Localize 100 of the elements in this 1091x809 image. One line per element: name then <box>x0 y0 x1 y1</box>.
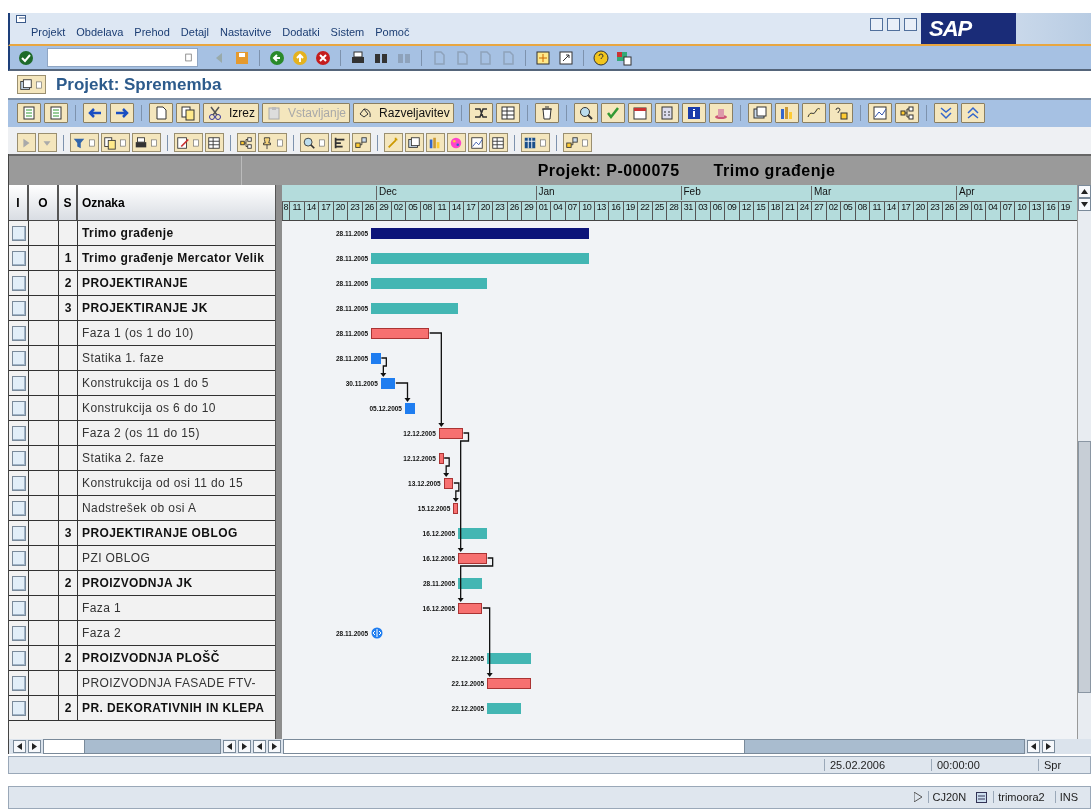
row-selector[interactable] <box>11 650 26 666</box>
row-selector[interactable] <box>11 275 26 291</box>
play-button[interactable] <box>17 133 36 153</box>
minimize-button[interactable] <box>870 18 883 31</box>
row-selector[interactable] <box>11 625 26 641</box>
column-header[interactable]: Oznaka <box>78 185 275 221</box>
row-selector[interactable] <box>11 300 26 316</box>
align-bars-button[interactable] <box>331 133 350 153</box>
magnifier-button[interactable] <box>573 103 598 124</box>
network-button[interactable] <box>563 133 592 153</box>
row-selector[interactable] <box>11 525 26 541</box>
row-selector[interactable] <box>11 700 26 716</box>
pencil-page-button[interactable] <box>174 133 203 153</box>
trash-button[interactable] <box>534 103 559 124</box>
blank-page-button[interactable] <box>149 103 173 124</box>
document-list-button[interactable] <box>17 103 41 124</box>
row-selector[interactable] <box>11 475 26 491</box>
close-circle-button[interactable] <box>313 49 333 66</box>
copy-button[interactable] <box>176 103 200 124</box>
copy-button[interactable] <box>101 133 130 153</box>
row-selector[interactable] <box>11 675 26 691</box>
restore-button[interactable] <box>887 18 900 31</box>
column-grid-button[interactable] <box>521 133 550 153</box>
column-header[interactable]: I <box>9 185 29 221</box>
menu-item[interactable]: Pomoč <box>375 26 410 38</box>
display-toggle-button[interactable] <box>17 75 46 95</box>
row-selector[interactable] <box>11 425 26 441</box>
info-button[interactable] <box>681 103 706 124</box>
calendar-button[interactable] <box>627 103 652 124</box>
row-selector[interactable] <box>11 350 26 366</box>
document-stack-button[interactable] <box>747 103 772 124</box>
scroll-left-button[interactable] <box>1027 740 1040 754</box>
row-selector[interactable] <box>11 575 26 591</box>
line-chart-button[interactable] <box>468 133 487 153</box>
menu-item[interactable]: Detajl <box>180 26 209 38</box>
help-circle-button[interactable] <box>591 49 611 66</box>
branches-button[interactable] <box>468 103 493 124</box>
table-grid-button[interactable] <box>495 103 520 124</box>
hierarchy-button[interactable] <box>237 133 256 153</box>
row-selector[interactable] <box>11 500 26 516</box>
scroll-right-button[interactable] <box>268 740 281 754</box>
toolbar-button[interactable]: Izrez <box>203 103 259 124</box>
scroll-left-button[interactable] <box>13 740 26 754</box>
scroll-right-button[interactable] <box>1042 740 1055 754</box>
double-down-chevron-button[interactable] <box>933 103 958 124</box>
command-field[interactable] <box>47 48 198 68</box>
question-blocks-button[interactable] <box>828 103 853 124</box>
enter-button[interactable] <box>18 49 34 66</box>
table-grid-button[interactable] <box>205 133 224 153</box>
magnifier-button[interactable] <box>300 133 329 153</box>
horizontal-scrollbar[interactable] <box>283 739 1025 755</box>
horizontal-scrollbar[interactable] <box>43 739 221 755</box>
row-selector[interactable] <box>11 600 26 616</box>
row-selector[interactable] <box>11 250 26 266</box>
row-selector[interactable] <box>11 450 26 466</box>
bar-chart-button[interactable] <box>774 103 799 124</box>
pin-button[interactable] <box>258 133 287 153</box>
close-button[interactable] <box>904 18 917 31</box>
hierarchy-button[interactable] <box>894 103 919 124</box>
back-arrow-circle-button[interactable] <box>267 49 287 66</box>
shortcut-button[interactable] <box>556 49 576 66</box>
printer-button[interactable] <box>132 133 161 153</box>
scroll-right-button[interactable] <box>238 740 251 754</box>
document-stack-button[interactable] <box>405 133 424 153</box>
scroll-left-button[interactable] <box>223 740 236 754</box>
arrow-left-button[interactable] <box>83 103 107 124</box>
row-selector[interactable] <box>11 225 26 241</box>
document-list-button[interactable] <box>44 103 68 124</box>
line-chart-button[interactable] <box>867 103 892 124</box>
network-button[interactable] <box>352 133 371 153</box>
table-grid-button[interactable] <box>489 133 508 153</box>
caret-button[interactable] <box>38 133 57 153</box>
scroll-left-button[interactable] <box>253 740 266 754</box>
row-selector[interactable] <box>11 375 26 391</box>
question-blocks-icon <box>832 105 849 122</box>
pane-splitter[interactable] <box>274 185 282 740</box>
wave-button[interactable] <box>801 103 826 124</box>
menu-item[interactable]: Projekt <box>31 26 66 38</box>
toolbar-button[interactable]: Razveljavitev <box>353 103 454 124</box>
double-up-chevron-button[interactable] <box>960 103 985 124</box>
scroll-right-button[interactable] <box>28 740 41 754</box>
menu-item[interactable]: Nastavitve <box>219 26 272 38</box>
monitor-button[interactable] <box>614 49 634 66</box>
row-selector[interactable] <box>11 400 26 416</box>
bar-chart-button[interactable] <box>426 133 445 153</box>
window-button[interactable] <box>533 49 553 66</box>
menu-item[interactable]: Obdelava <box>76 26 124 38</box>
menu-item[interactable]: Sistem <box>330 26 365 38</box>
window-menu-icon[interactable] <box>16 15 28 25</box>
row-selector[interactable] <box>11 325 26 341</box>
checkmark-button[interactable] <box>600 103 625 124</box>
vertical-scrollbar[interactable] <box>1077 185 1091 740</box>
column-header[interactable]: S <box>59 185 78 221</box>
row-selector[interactable] <box>11 550 26 566</box>
column-header[interactable]: O <box>29 185 59 221</box>
menu-item[interactable]: Prehod <box>134 26 170 38</box>
funnel-button[interactable] <box>70 133 99 153</box>
arrow-right-button[interactable] <box>110 103 134 124</box>
menu-item[interactable]: Dodatki <box>282 26 320 38</box>
palette-button[interactable] <box>447 133 466 153</box>
